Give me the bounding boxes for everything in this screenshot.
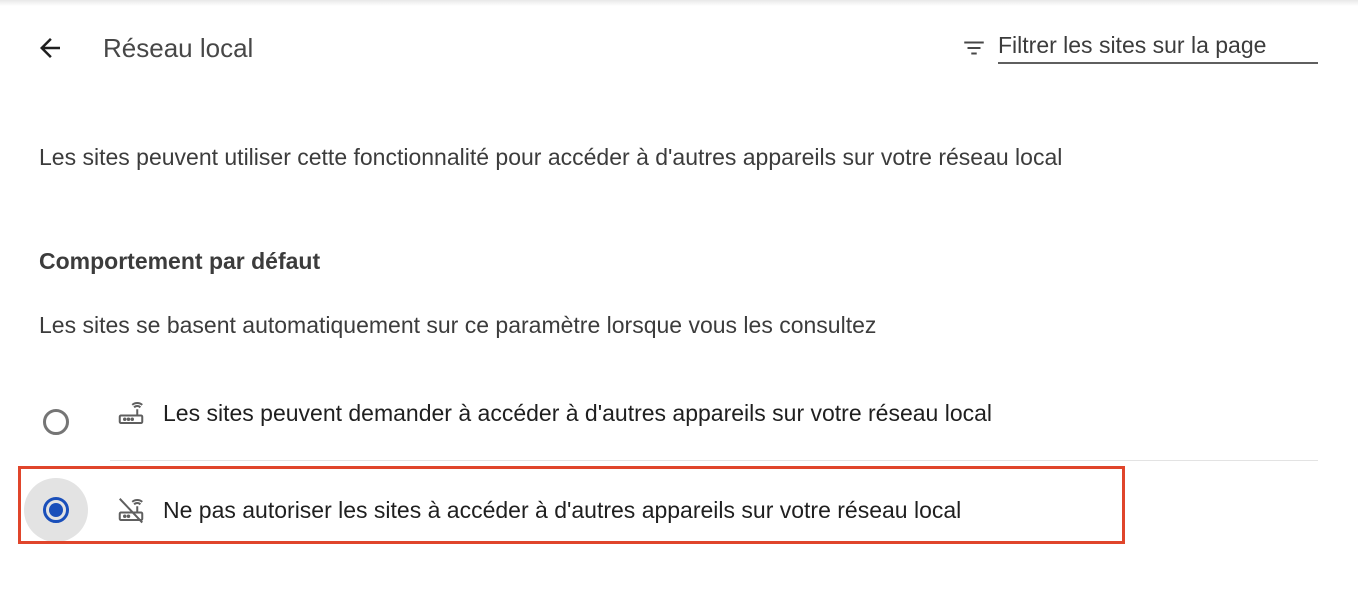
option-label-allow-ask: Les sites peuvent demander à accéder à d… [163,400,993,426]
filter-sites-input[interactable] [998,28,1318,64]
option-block[interactable]: Ne pas autoriser les sites à accéder à d… [20,466,1320,554]
filter-icon [960,34,988,62]
option-allow-ask[interactable]: Les sites peuvent demander à accéder à d… [20,369,1320,457]
filter-search [960,28,1320,66]
page-header: Réseau local [0,0,1358,96]
divider [110,460,1318,461]
page-title: Réseau local [103,33,254,63]
radio-circle [43,409,69,435]
option-label-block: Ne pas autoriser les sites à accéder à d… [163,497,962,523]
back-button[interactable] [28,28,72,68]
section-title-default-behavior: Comportement par défaut [39,248,321,274]
arrow-back-icon [40,38,60,58]
router-icon [115,397,147,429]
radio-circle-checked [43,497,69,523]
section-subtitle: Les sites se basent automatiquement sur … [39,312,877,338]
radio-dot [49,503,63,517]
router-off-icon [115,494,147,526]
page-description: Les sites peuvent utiliser cette fonctio… [39,144,1063,170]
radio-block[interactable] [24,478,88,542]
radio-allow-ask[interactable] [24,390,88,454]
